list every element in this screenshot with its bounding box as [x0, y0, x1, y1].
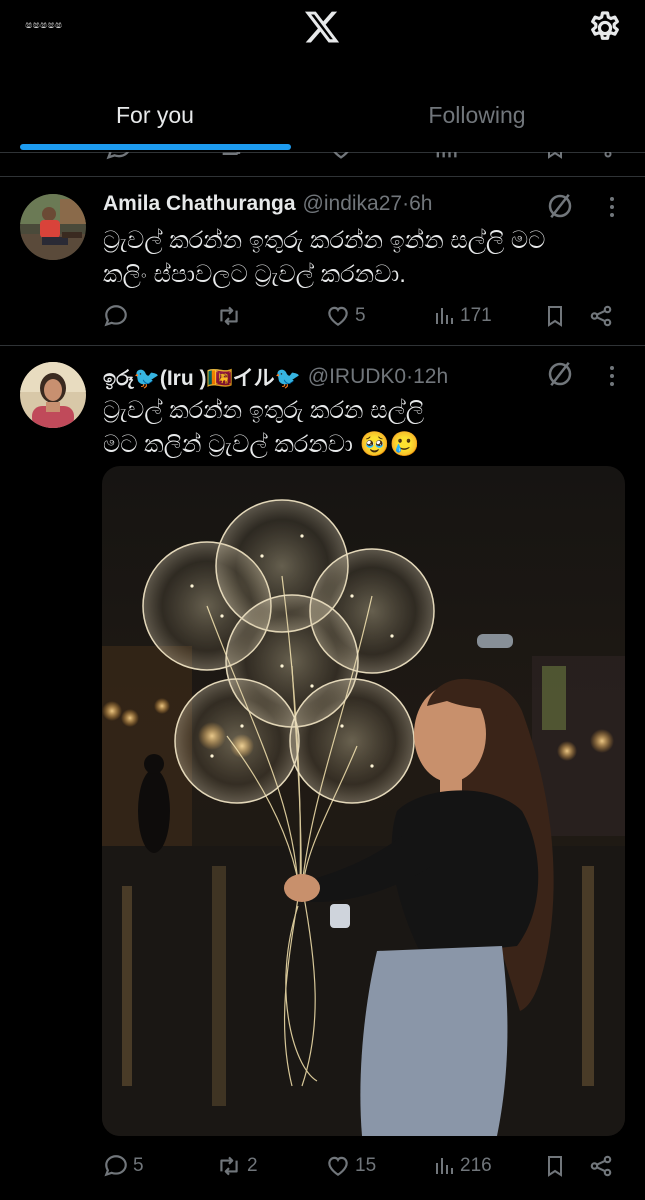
- x-logo-icon[interactable]: [303, 8, 341, 46]
- share-icon[interactable]: [590, 152, 614, 162]
- views-button[interactable]: 171: [432, 298, 492, 334]
- bookmark-button[interactable]: [543, 298, 571, 334]
- like-button[interactable]: 5: [325, 298, 366, 334]
- share-icon: [590, 305, 612, 327]
- reply-button[interactable]: [103, 298, 133, 334]
- grok-icon[interactable]: [545, 359, 575, 389]
- tweet-text-line: කලිං ස්පාවලට ට්‍රැවල් කරනවා.: [103, 261, 406, 288]
- timestamp[interactable]: 6h: [409, 192, 432, 216]
- reply-icon: [104, 305, 127, 327]
- like-button[interactable]: 15: [325, 1148, 376, 1184]
- reply-count: 5: [133, 1155, 144, 1176]
- views-icon: [436, 308, 453, 324]
- tweet-media-image[interactable]: [102, 466, 625, 1136]
- timeline-tabs: For you Following: [0, 80, 645, 153]
- tweet-header: ඉරූ🐦(Iru )🇱🇰イル🐦 @IRUDK0 · 12h: [103, 362, 448, 392]
- share-button[interactable]: [588, 1148, 618, 1184]
- bookmark-icon: [548, 306, 562, 327]
- timestamp[interactable]: 12h: [413, 365, 448, 389]
- share-icon: [590, 1155, 612, 1177]
- tweet-text-line: මට කලින් ට්‍රැවල් කරනවා 🥹🥲: [103, 431, 420, 458]
- reply-button[interactable]: 5: [103, 1148, 144, 1184]
- tab-for-you[interactable]: For you: [0, 80, 310, 152]
- divider: [0, 176, 645, 177]
- retweet-icon: [220, 1156, 238, 1176]
- like-count: 5: [355, 305, 366, 326]
- views-button[interactable]: 216: [432, 1148, 492, 1184]
- separator: ·: [402, 192, 410, 215]
- tweet-actions: 5 171: [0, 298, 645, 334]
- tweet-text: ට්‍රැවල් කරන්න ඉතුරු කරන සල්ලි මට කලින් …: [103, 394, 628, 462]
- display-name[interactable]: Amila Chathuranga: [103, 192, 296, 216]
- logo-icon[interactable]: ෂෂෂෂෂ: [22, 14, 72, 34]
- retweet-button[interactable]: [215, 298, 247, 334]
- tweet-text-line: ට්‍රැවල් කරන්න ඉතුරු කරන්න ඉන්න සල්ලි මට: [103, 227, 546, 254]
- share-button[interactable]: [588, 298, 618, 334]
- like-icon: [328, 306, 348, 326]
- tweet-actions: 5 2 15 216: [0, 1148, 645, 1184]
- tweet-text-line: ට්‍රැවල් කරන්න ඉතුරු කරන සල්ලි: [103, 397, 425, 424]
- photo-woman-with-glowing-balloons: [102, 466, 625, 1136]
- svg-text:ෂෂෂෂෂ: ෂෂෂෂෂ: [25, 18, 62, 31]
- active-tab-indicator: [20, 144, 291, 150]
- like-icon: [328, 1156, 348, 1176]
- avatar[interactable]: [20, 362, 86, 428]
- tab-label: Following: [428, 102, 526, 128]
- handle[interactable]: @IRUDK0: [308, 365, 406, 389]
- tweet-text: ට්‍රැවල් කරන්න ඉතුරු කරන්න ඉන්න සල්ලි මට…: [103, 224, 628, 292]
- more-options-icon[interactable]: [608, 195, 616, 219]
- retweet-icon[interactable]: [218, 152, 246, 162]
- retweet-count: 2: [247, 1155, 258, 1176]
- more-options-icon[interactable]: [608, 364, 616, 388]
- top-bar: ෂෂෂෂෂ: [0, 0, 645, 58]
- like-icon[interactable]: [327, 152, 355, 162]
- like-count: 15: [355, 1155, 377, 1176]
- avatar[interactable]: [20, 194, 86, 260]
- separator: ·: [406, 365, 414, 388]
- tab-following[interactable]: Following: [322, 80, 632, 152]
- view-count: 216: [460, 1155, 492, 1176]
- retweet-icon: [220, 306, 238, 326]
- tweet-header: Amila Chathuranga @indika27 · 6h: [103, 192, 432, 216]
- views-icon: [436, 1158, 453, 1174]
- previous-tweet-actions: [0, 152, 645, 166]
- handle[interactable]: @indika27: [303, 192, 403, 216]
- display-name[interactable]: ඉරූ🐦(Iru )🇱🇰イル🐦: [103, 362, 301, 392]
- divider: [0, 345, 645, 346]
- grok-icon[interactable]: [545, 191, 575, 221]
- tab-label: For you: [116, 102, 194, 128]
- bookmark-button[interactable]: [543, 1148, 571, 1184]
- view-count: 171: [460, 305, 492, 326]
- gear-icon[interactable]: [586, 9, 624, 47]
- bookmark-icon[interactable]: [543, 152, 567, 162]
- views-icon[interactable]: [432, 152, 460, 162]
- retweet-button[interactable]: 2: [215, 1148, 258, 1184]
- bookmark-icon: [548, 1156, 562, 1177]
- reply-icon[interactable]: [105, 152, 133, 162]
- reply-icon: [104, 1155, 127, 1177]
